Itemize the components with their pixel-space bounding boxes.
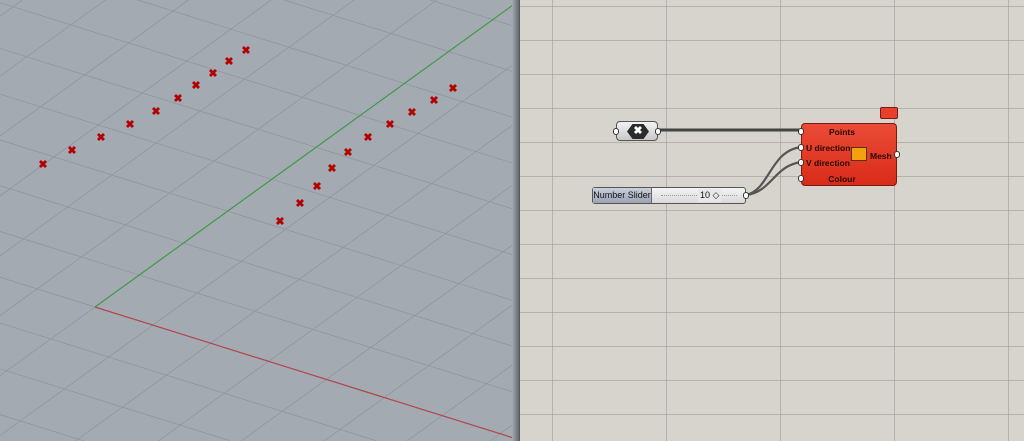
point-marker: ✖	[429, 95, 438, 107]
point-param[interactable]: ✖	[613, 121, 661, 141]
grid-line	[0, 368, 231, 441]
grid-line	[430, 0, 518, 28]
point-marker: ✖	[407, 107, 416, 119]
wire-u	[745, 145, 803, 197]
point-marker: ✖	[312, 181, 321, 193]
point-marker: ✖	[224, 56, 233, 68]
grid-line	[240, 240, 518, 441]
warning-flag[interactable]	[880, 107, 898, 119]
input-port[interactable]	[613, 128, 619, 135]
input-port-v[interactable]	[798, 159, 804, 166]
point-marker: ✖	[448, 83, 457, 95]
output-port-mesh[interactable]	[894, 151, 900, 158]
input-label-colour: Colour	[828, 174, 856, 184]
point-marker: ✖	[385, 119, 394, 131]
input-port-u[interactable]	[798, 144, 804, 151]
viewport-scene: ✖ ✖ ✖ ✖ ✖ ✖ ✖ ✖ ✖ ✖ ✖ ✖ ✖ ✖ ✖ ✖ ✖ ✖ ✖ ✖	[0, 0, 518, 441]
point-marker: ✖	[327, 163, 336, 175]
wires	[658, 128, 803, 197]
grid-line	[0, 322, 378, 441]
point-marker: ✖	[38, 159, 47, 171]
point-marker: ✖	[295, 198, 304, 210]
number-slider[interactable]: Number Slider 10 ◇	[592, 187, 749, 204]
grid-line	[283, 0, 518, 74]
point-marker: ✖	[96, 132, 105, 144]
slider-value[interactable]: 10 ◇	[698, 189, 722, 202]
x-axis	[94, 306, 518, 440]
output-port[interactable]	[655, 128, 661, 135]
point-marker: ✖	[125, 119, 134, 131]
grid-line	[0, 139, 518, 303]
grid-line	[0, 93, 518, 257]
mesh-component[interactable]: Points U direction V direction Colour Me…	[798, 123, 900, 186]
slider-label: Number Slider	[593, 188, 652, 203]
grid-line	[0, 414, 85, 441]
grid-line	[158, 180, 518, 441]
grid-line	[406, 360, 518, 441]
grid-line	[0, 0, 438, 317]
grid-line	[323, 300, 518, 441]
input-port-colour[interactable]	[798, 175, 804, 182]
output-label-mesh: Mesh	[870, 151, 892, 161]
point-marker: ✖	[191, 80, 200, 92]
y-axis	[94, 0, 518, 308]
point-marker: ✖	[363, 132, 372, 144]
grid-line	[0, 231, 518, 394]
point-marker: ✖	[151, 106, 160, 118]
input-port-points[interactable]	[798, 128, 804, 135]
point-param-icon: ✖	[627, 124, 649, 139]
point-marker: ✖	[275, 216, 284, 228]
input-label-points: Points	[829, 127, 855, 137]
grid-line	[0, 0, 23, 17]
grid-line	[0, 48, 518, 211]
point-marker: ✖	[208, 68, 217, 80]
point-marker: ✖	[343, 147, 352, 159]
point-marker: ✖	[173, 93, 182, 105]
mesh-icon	[851, 147, 867, 161]
grid-line	[0, 2, 518, 166]
grid-line	[137, 0, 518, 120]
grid-line	[0, 0, 355, 257]
point-marker: ✖	[241, 45, 250, 57]
point-marker: ✖	[67, 145, 76, 157]
grasshopper-canvas[interactable]	[520, 0, 1024, 441]
grid-line	[0, 61, 518, 436]
output-port[interactable]	[743, 192, 749, 199]
rhino-viewport[interactable]: ✖ ✖ ✖ ✖ ✖ ✖ ✖ ✖ ✖ ✖ ✖ ✖ ✖ ✖ ✖ ✖ ✖ ✖ ✖ ✖	[0, 0, 518, 441]
grid-line	[0, 185, 518, 349]
